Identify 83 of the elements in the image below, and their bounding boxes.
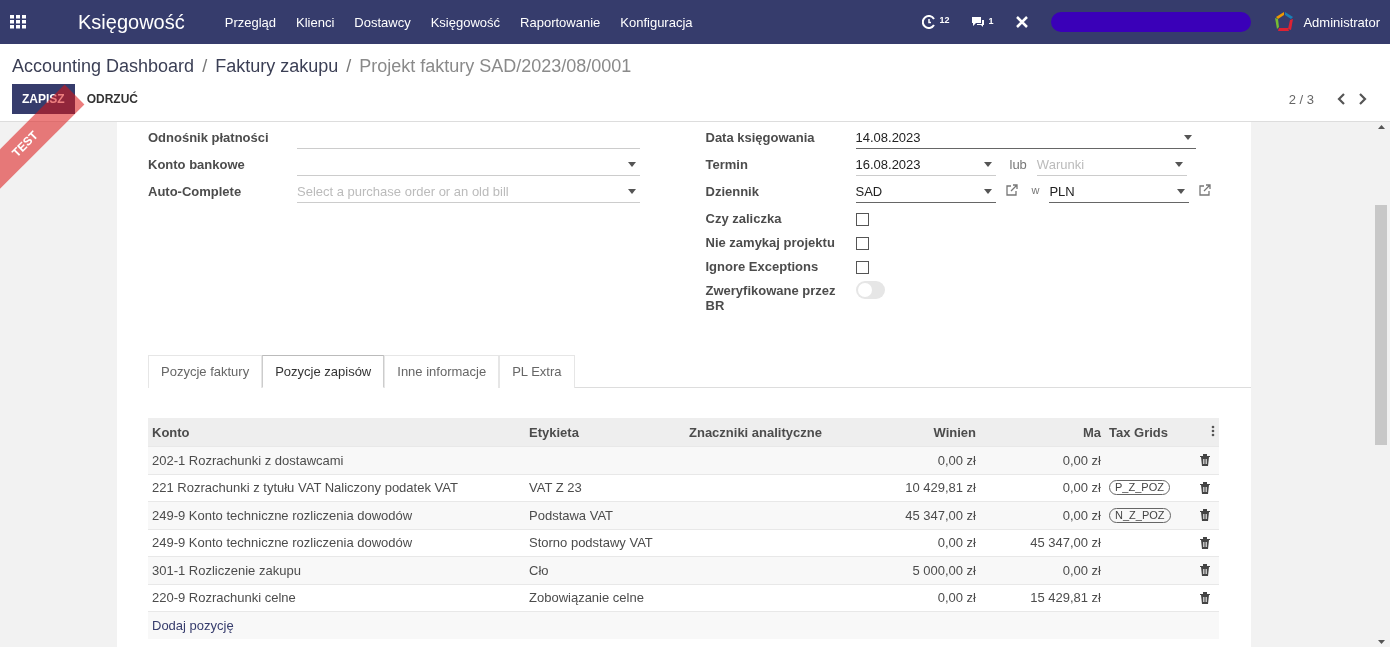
table-cell: 301-1 Rozliczenie zakupu — [148, 556, 525, 584]
column-header[interactable]: Ma — [980, 418, 1105, 446]
menu-item[interactable]: Przegląd — [224, 14, 277, 30]
toggle-switch[interactable] — [855, 281, 885, 299]
tab[interactable]: Pozycje zapisów — [262, 355, 385, 388]
menu-item[interactable]: Księgowość — [430, 14, 501, 30]
trash-icon[interactable] — [1199, 591, 1210, 604]
caret-icon — [983, 161, 992, 167]
message-count: 1 — [988, 16, 994, 26]
caret-icon — [1183, 134, 1192, 140]
date-field[interactable]: 16.08.2023 — [855, 153, 996, 176]
add-line-link[interactable]: Dodaj pozycję — [148, 611, 1219, 639]
breadcrumb: Projekt faktury SAD/2023/08/0001 — [359, 56, 632, 77]
table-cell: Cło — [525, 556, 685, 584]
column-header[interactable]: Tax Grids — [1105, 418, 1190, 446]
breadcrumb[interactable]: Faktury zakupu — [215, 56, 339, 77]
column-header[interactable]: Winien — [855, 418, 980, 446]
table-cell: 249-9 Konto techniczne rozliczenia dowodów — [148, 501, 525, 529]
column-options-icon[interactable] — [1211, 425, 1215, 437]
pager-text: 2 / 3 — [1288, 91, 1314, 107]
field-label: Data księgowania — [705, 129, 816, 145]
currency-field[interactable]: PLN — [1049, 180, 1190, 203]
table-cell: 0,00 zł — [980, 501, 1105, 529]
trash-icon[interactable] — [1199, 564, 1210, 577]
field-label: Auto-Complete — [148, 183, 243, 199]
column-header[interactable]: Etykieta — [525, 418, 685, 446]
app-title: Księgowość — [78, 10, 185, 34]
scroll-down-icon[interactable] — [1377, 640, 1385, 644]
table-cell: 0,00 zł — [980, 556, 1105, 584]
tools-icon[interactable] — [1015, 15, 1030, 29]
trash-icon[interactable] — [1199, 481, 1210, 494]
tab[interactable]: Pozycje faktury — [148, 355, 263, 388]
tab[interactable]: PL Extra — [499, 355, 575, 388]
table-cell: 202-1 Rozrachunki z dostawcami — [148, 446, 525, 474]
scrollbar[interactable] — [1372, 122, 1390, 647]
field-label: Ignore Exceptions — [705, 258, 820, 274]
connector-text: w — [1031, 183, 1040, 196]
column-header[interactable]: Konto — [148, 418, 525, 446]
clock-icon[interactable] — [922, 15, 937, 29]
caret-icon — [628, 188, 636, 194]
table-cell: 5 000,00 zł — [855, 556, 980, 584]
tab[interactable]: Inne informacje — [384, 355, 500, 388]
column-header[interactable]: Znaczniki analityczne — [685, 418, 855, 446]
caret-icon — [1174, 161, 1183, 167]
scroll-up-icon[interactable] — [1377, 125, 1385, 129]
trash-icon[interactable] — [1199, 454, 1210, 467]
chat-icon[interactable] — [971, 16, 986, 28]
activity-count: 12 — [939, 15, 950, 25]
field-label: Dziennik — [705, 183, 760, 199]
menu-item[interactable]: Raportowanie — [520, 14, 601, 30]
breadcrumb[interactable]: Accounting Dashboard — [12, 56, 195, 77]
checkbox[interactable] — [855, 213, 869, 226]
menu-item[interactable]: Konfiguracja — [620, 14, 693, 30]
menu-item[interactable]: Dostawcy — [354, 14, 411, 30]
field-label: Odnośnik płatności — [148, 129, 270, 145]
external-link-icon[interactable] — [1199, 184, 1212, 196]
trash-icon[interactable] — [1199, 536, 1210, 549]
external-link-icon[interactable] — [1005, 184, 1018, 196]
caret-icon — [1177, 188, 1186, 194]
save-button[interactable]: ZAPISZ — [12, 84, 75, 114]
table-cell: 0,00 zł — [855, 446, 980, 474]
connector-text: lub — [1009, 156, 1027, 172]
table-cell: 45 347,00 zł — [855, 501, 980, 529]
field-label: Nie zamykaj projektu — [705, 234, 836, 250]
field-label: Czy zaliczka — [705, 210, 783, 226]
discard-button[interactable]: ODRZUĆ — [74, 84, 150, 114]
table-cell: 0,00 zł — [980, 446, 1105, 474]
caret-icon — [983, 188, 992, 194]
checkbox[interactable] — [855, 261, 869, 274]
trash-icon[interactable] — [1199, 509, 1210, 522]
menu-item[interactable]: Klienci — [296, 14, 335, 30]
field-label: Konto bankowe — [148, 156, 246, 172]
date-field[interactable]: 14.08.2023 — [855, 126, 1196, 149]
breadcrumb-separator: / — [346, 56, 352, 77]
apps-menu-icon[interactable] — [10, 15, 26, 29]
journal-field[interactable]: SAD — [855, 180, 996, 203]
table-cell: Podstawa VAT — [525, 501, 685, 529]
field-label: Zweryfikowane przez BR — [705, 282, 837, 313]
user-name[interactable]: Administrator — [1303, 14, 1380, 30]
checkbox[interactable] — [855, 237, 869, 250]
breadcrumb-separator: / — [202, 56, 208, 77]
field-label: Termin — [705, 156, 749, 172]
caret-icon — [628, 161, 636, 167]
